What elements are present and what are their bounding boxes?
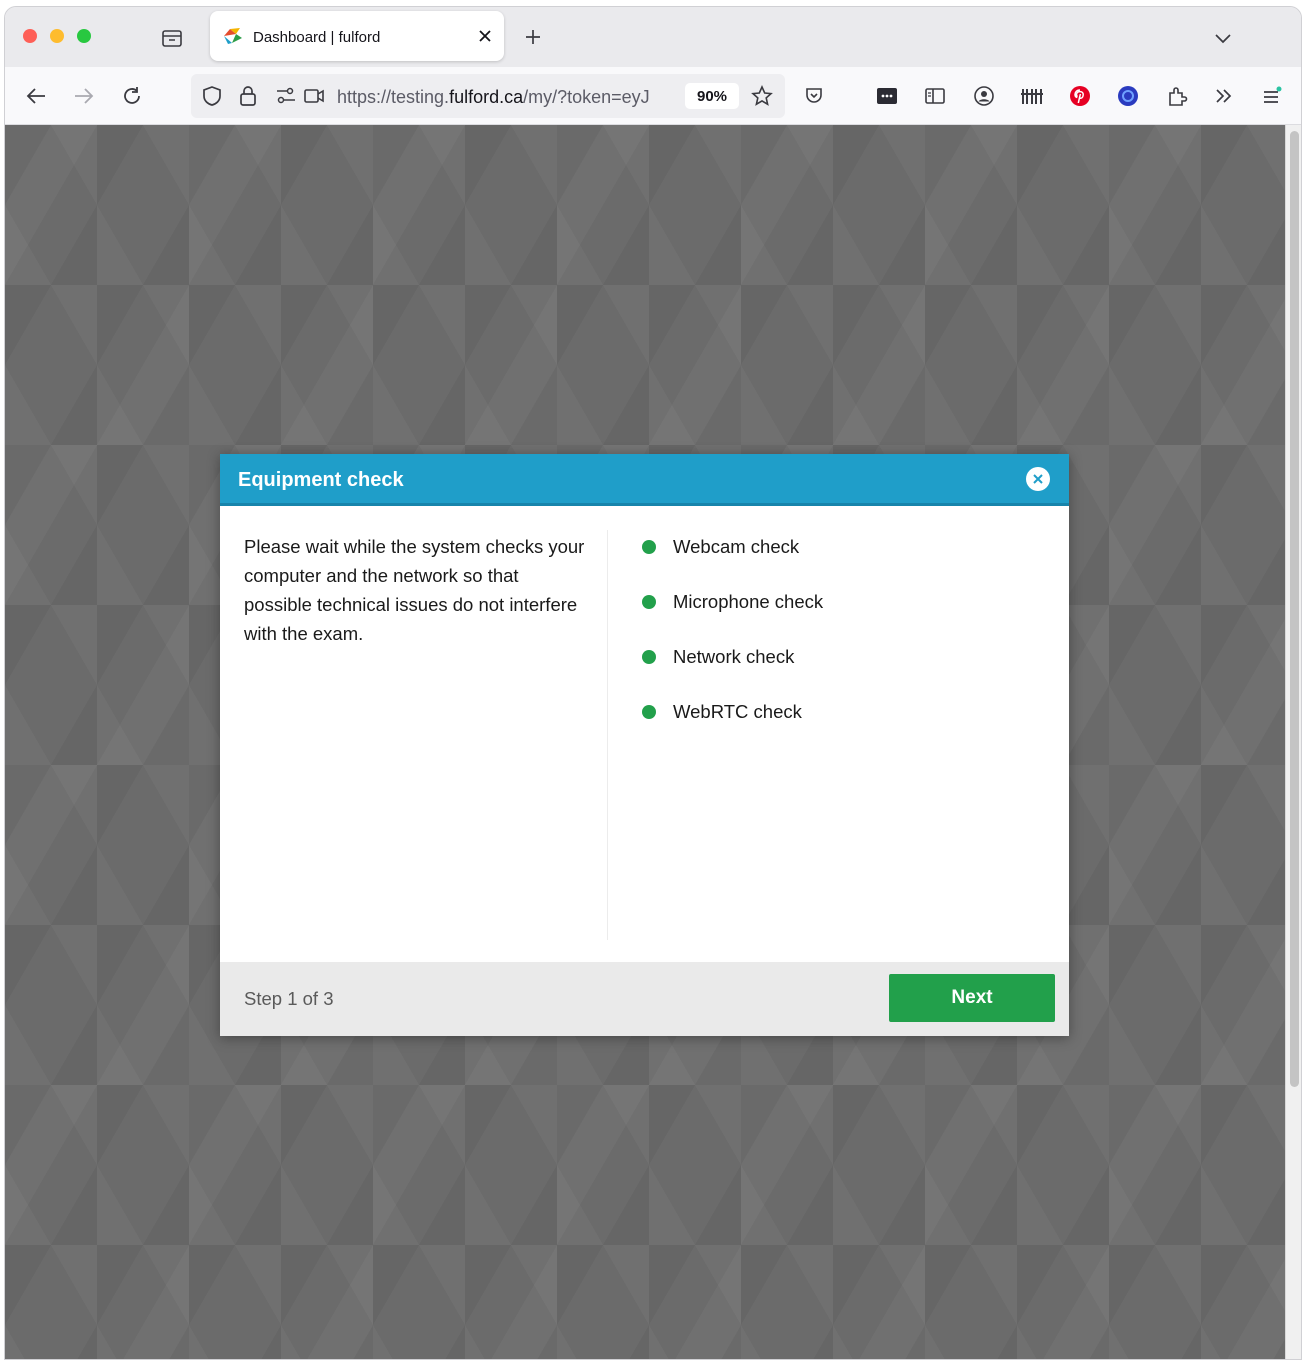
status-ok-dot-icon [642,540,656,554]
scrollbar-thumb[interactable] [1290,131,1299,1087]
zoom-level-button[interactable]: 90% [685,83,739,109]
password-manager-icon[interactable] [872,81,902,111]
status-ok-dot-icon [642,595,656,609]
modal-footer: Step 1 of 3 Next [220,962,1069,1036]
pinterest-icon[interactable] [1065,81,1095,111]
equipment-check-modal: Equipment check Please wait while the sy… [220,454,1069,1036]
url-text[interactable]: https://testing.fulford.ca/my/?token=eyJ [337,87,673,108]
check-label: Webcam check [673,536,800,557]
step-indicator: Step 1 of 3 [244,988,334,1009]
shield-icon[interactable] [201,85,223,107]
sidebar-icon[interactable] [920,81,950,111]
extension-blue-icon[interactable] [1113,81,1143,111]
bookmark-star-icon[interactable] [751,85,773,107]
account-icon[interactable] [969,81,999,111]
overflow-menu-icon[interactable] [1209,81,1239,111]
checks-list: Webcam check Microphone check Network ch… [642,533,823,753]
back-arrow-icon[interactable] [21,81,51,111]
permissions-icon[interactable] [275,85,297,107]
minimize-window-button[interactable] [50,29,64,43]
address-bar[interactable]: https://testing.fulford.ca/my/?token=eyJ… [191,74,785,118]
lock-icon[interactable] [237,85,259,107]
new-tab-icon[interactable] [521,25,545,49]
app-menu-icon[interactable] [1257,81,1287,111]
check-item-microphone: Microphone check [642,588,823,643]
next-button[interactable]: Next [889,974,1055,1022]
fulford-favicon-icon [222,26,244,46]
modal-title: Equipment check [238,469,404,491]
navigation-toolbar: https://testing.fulford.ca/my/?token=eyJ… [5,67,1301,125]
check-label: Network check [673,646,795,667]
zoom-window-button[interactable] [77,29,91,43]
check-label: Microphone check [673,591,824,612]
check-item-webrtc: WebRTC check [642,698,823,753]
modal-header: Equipment check [220,454,1069,506]
reload-icon[interactable] [117,81,147,111]
chevron-down-icon[interactable] [1212,27,1234,49]
check-label: WebRTC check [673,701,802,722]
tab-close-icon[interactable] [475,26,495,46]
tab-list-icon[interactable] [159,25,185,51]
page-scrollbar[interactable] [1285,125,1301,1359]
forward-arrow-icon[interactable] [69,81,99,111]
close-window-button[interactable] [23,29,37,43]
camera-permission-icon[interactable] [303,85,325,107]
status-ok-dot-icon [642,650,656,664]
check-item-network: Network check [642,643,823,698]
close-icon[interactable] [1026,467,1050,491]
column-divider [607,530,608,940]
tab-dashboard[interactable]: Dashboard | fulford [210,11,504,61]
pocket-icon[interactable] [799,81,829,111]
browser-window: Dashboard | fulford https://testing.fulf… [4,6,1302,1360]
status-ok-dot-icon [642,705,656,719]
tab-title: Dashboard | fulford [253,29,381,46]
page-backdrop: Equipment check Please wait while the sy… [5,125,1285,1359]
tab-strip: Dashboard | fulford [5,7,1301,67]
check-description: Please wait while the system checks your… [244,536,585,644]
modal-body: Please wait while the system checks your… [220,506,1069,962]
extensions-puzzle-icon[interactable] [1162,81,1192,111]
check-item-webcam: Webcam check [642,533,823,588]
library-icon[interactable] [1017,81,1047,111]
